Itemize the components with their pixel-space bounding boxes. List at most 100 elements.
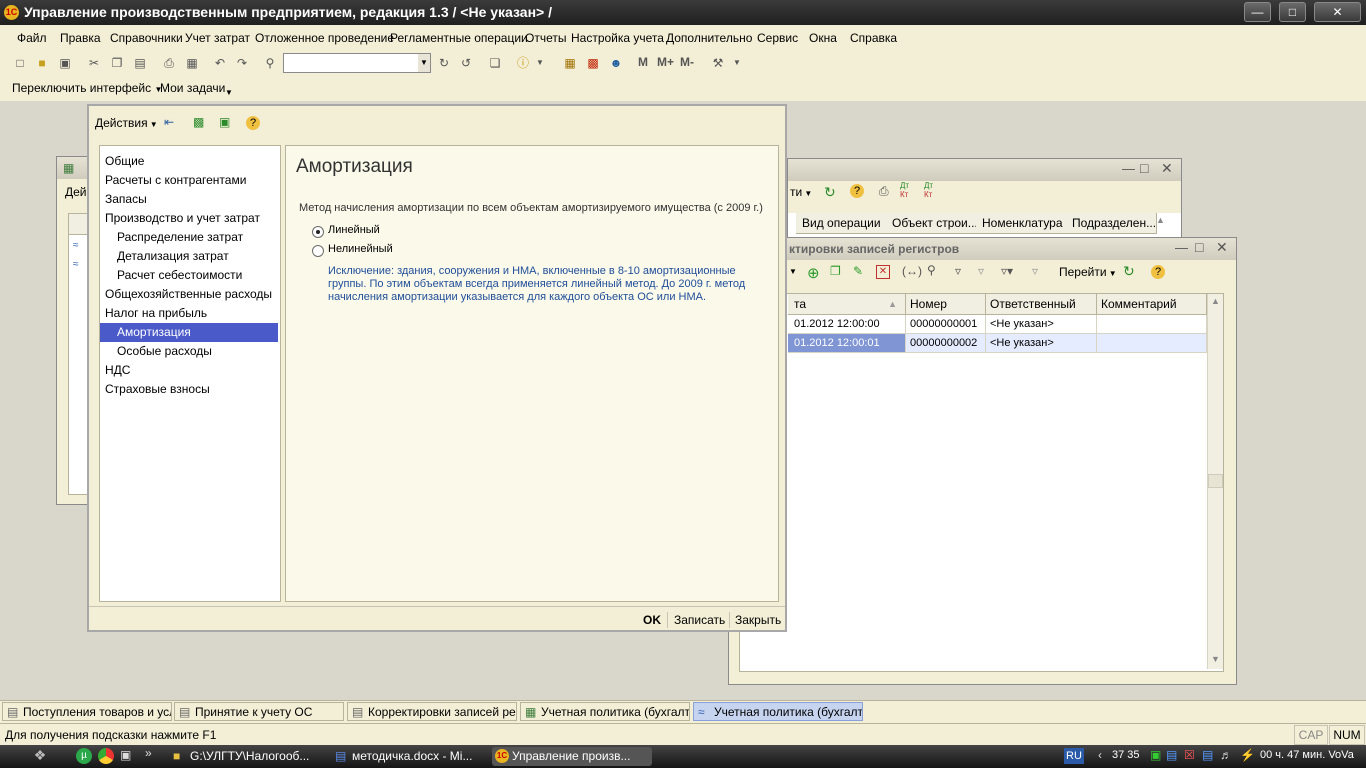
nav-item-general[interactable]: Общие (100, 152, 278, 171)
help-icon[interactable]: ? (246, 116, 260, 130)
policy-window-controls[interactable] (729, 100, 779, 106)
maximize-button[interactable]: □ (1279, 2, 1306, 22)
nav-item-vat[interactable]: НДС (100, 361, 278, 380)
corrections-window[interactable]: ктировки записей регистров — □ ✕ ▼ ⊕ ❐ ✎… (728, 237, 1237, 685)
menu-accounting-settings[interactable]: Настройка учета (571, 31, 664, 45)
hierarchy-icon[interactable]: (↔) (902, 264, 922, 278)
nav-item-overhead[interactable]: Общехозяйственные расходы (100, 285, 278, 304)
save-copy-icon[interactable]: ▣ (219, 115, 230, 129)
tray-power-icon[interactable]: ⚡ (1240, 748, 1255, 762)
nav-item-cost-calc[interactable]: Расчет себестоимости (100, 266, 278, 285)
col-header-number[interactable]: Номер (906, 294, 986, 315)
refresh-icon[interactable]: ↻ (824, 184, 836, 201)
redo-icon[interactable]: ↷ (234, 55, 250, 71)
menu-service[interactable]: Сервис (757, 31, 798, 45)
utorrent-icon[interactable]: µ (76, 748, 92, 764)
col-header-comment[interactable]: Комментарий (1097, 294, 1207, 315)
tray-monitor-icon[interactable]: ▤ (1202, 748, 1213, 762)
bg-window-docs[interactable]: — □ ✕ ти ▼ ↻ ? ⎙ Дт Кт Дт Кт Вид операции … (787, 158, 1182, 242)
filter-icon[interactable]: ▿ (955, 264, 961, 278)
tab-policy-2[interactable]: ≈ Учетная политика (бухгалт... (693, 702, 863, 721)
goto-button[interactable]: Перейти ▼ (1059, 265, 1117, 279)
bg-docs-grid[interactable]: Вид операции Объект строи... Номенклатур… (788, 213, 1181, 239)
radio-nonlinear-control[interactable] (312, 245, 324, 257)
bg-docs-close-icon[interactable]: ✕ (1161, 160, 1173, 177)
move-left-icon[interactable]: ⇤ (164, 115, 174, 129)
bg-docs-maximize-icon[interactable]: □ (1140, 160, 1148, 176)
col-header-nomenclature[interactable]: Номенклатура (976, 213, 1073, 234)
preview-icon[interactable]: ▦ (184, 55, 200, 71)
col-header-responsible[interactable]: Ответственный (986, 294, 1097, 315)
save-button[interactable]: Записать (674, 612, 725, 628)
bg-docs-goto-button[interactable]: ти ▼ (790, 185, 812, 199)
app-quicklaunch-icon[interactable]: ▣ (120, 748, 131, 762)
menu-additional[interactable]: Дополнительно (666, 31, 752, 45)
my-tasks-dropdown-icon[interactable]: ▼ (225, 88, 233, 97)
windows-icon[interactable]: ❏ (487, 55, 503, 71)
scroll-down-icon[interactable]: ▼ (1211, 654, 1220, 664)
menu-cost-accounting[interactable]: Учет затрат (185, 31, 250, 45)
col-header-department[interactable]: Подразделен... (1066, 213, 1157, 234)
search-dropdown-icon[interactable]: ▼ (418, 54, 430, 72)
nav-item-depreciation[interactable]: Амортизация (100, 323, 278, 342)
save-icon[interactable]: ▣ (57, 55, 73, 71)
help-icon[interactable]: ? (1151, 265, 1165, 279)
scroll-up-icon[interactable]: ▲ (1211, 296, 1220, 306)
tab-policy-1[interactable]: ▦ Учетная политика (бухгалт... (520, 702, 690, 721)
cut-icon[interactable]: ✂ (86, 55, 102, 71)
os-task-word[interactable]: ▤ методичка.docx - Mi... (332, 747, 488, 766)
nav-item-special-expenses[interactable]: Особые расходы (100, 342, 278, 361)
vertical-scrollbar[interactable]: ▲ ▼ (1207, 294, 1223, 669)
memory-minus-button[interactable]: М- (680, 55, 694, 69)
help-icon[interactable]: ? (850, 184, 864, 198)
corrections-minimize-icon[interactable]: — (1175, 240, 1188, 255)
os-task-1c[interactable]: 1С Управление произв... (492, 747, 652, 766)
tray-network-icon[interactable]: ▣ (1150, 748, 1161, 762)
new-document-icon[interactable]: □ (12, 55, 28, 71)
close-window-button[interactable]: Закрыть (735, 612, 781, 628)
actions-dropdown-icon[interactable]: ▼ (789, 267, 797, 276)
actions-menu-button[interactable]: Действия ▼ (95, 116, 158, 130)
nav-item-profit-tax[interactable]: Налог на прибыль (100, 304, 278, 323)
col-header-date[interactable]: та ▲ (788, 294, 906, 315)
ok-button[interactable]: OK (643, 612, 661, 628)
add-icon[interactable]: ⊕ (807, 264, 820, 282)
tray-security-icon[interactable]: ☒ (1184, 748, 1195, 762)
language-indicator[interactable]: RU (1064, 748, 1084, 764)
quicklaunch-more-icon[interactable]: » (145, 746, 152, 760)
policy-sections-list[interactable]: Общие Расчеты с контрагентами Запасы Про… (99, 145, 281, 602)
nav-item-production[interactable]: Производство и учет затрат (100, 209, 278, 228)
copy-icon[interactable]: ❐ (109, 55, 125, 71)
nav-item-insurance[interactable]: Страховые взносы (100, 380, 278, 399)
nav-item-inventory[interactable]: Запасы (100, 190, 278, 209)
edit-icon[interactable]: ✎ (853, 264, 863, 278)
nav-item-counterparties[interactable]: Расчеты с контрагентами (100, 171, 278, 190)
tray-expand-icon[interactable]: ‹ (1098, 748, 1102, 762)
chrome-icon[interactable] (98, 748, 114, 764)
corrections-grid[interactable]: та ▲ Номер Ответственный Комментарий 01.… (739, 293, 1224, 672)
col-header-object[interactable]: Объект строи... (886, 213, 983, 234)
paste-icon[interactable]: ▤ (132, 55, 148, 71)
table-row[interactable]: 01.2012 12:00:00 00000000001 <Не указан> (788, 315, 1207, 334)
debit-credit-icon[interactable]: Дт Кт (900, 181, 909, 199)
accounting-policy-window[interactable]: Действия ▼ ⇤ ▩ ▣ ? Общие Расчеты с контр… (87, 104, 787, 632)
tab-fixed-assets[interactable]: ▤ Принятие к учету ОС (174, 702, 344, 721)
search-icon[interactable]: ⚲ (262, 55, 278, 71)
start-button-icon[interactable]: ❖ (20, 747, 60, 766)
calendar-icon[interactable]: ▩ (585, 55, 601, 71)
tray-volume-icon[interactable]: ♬ (1220, 748, 1232, 762)
info-dropdown-icon[interactable]: ▼ (532, 55, 548, 71)
print-icon[interactable]: ⎙ (879, 184, 889, 199)
close-button[interactable]: ✕ (1314, 2, 1361, 22)
menu-routine-operations[interactable]: Регламентные операции (390, 31, 528, 45)
tab-corrections[interactable]: ▤ Корректировки записей ре... (347, 702, 517, 721)
menu-reports[interactable]: Отчеты (525, 31, 566, 45)
filter-list-icon[interactable]: ▿▾ (1001, 264, 1013, 278)
undo-icon[interactable]: ↶ (212, 55, 228, 71)
my-tasks-button[interactable]: Мои задачи (160, 81, 225, 95)
print-icon[interactable]: ⎙ (161, 55, 177, 71)
search-input[interactable]: ▼ (283, 53, 431, 73)
scroll-thumb[interactable] (1208, 474, 1223, 488)
filter-current-icon[interactable]: ▿ (978, 264, 984, 278)
nav-item-cost-detail[interactable]: Детализация затрат (100, 247, 278, 266)
